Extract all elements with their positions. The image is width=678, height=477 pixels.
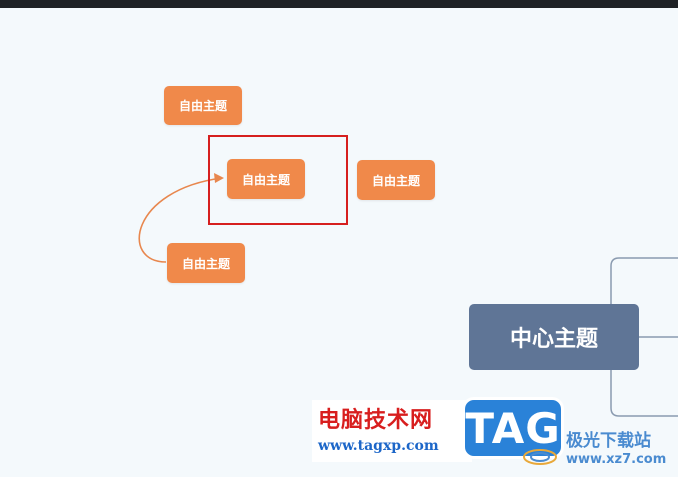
watermark-right-url: www.xz7.com xyxy=(566,452,667,467)
floating-topic-2-selected[interactable]: 自由主题 xyxy=(227,159,305,199)
central-topic[interactable]: 中心主题 xyxy=(469,304,639,370)
floating-topic-3[interactable]: 自由主题 xyxy=(357,160,435,200)
watermark-swirl-icon xyxy=(523,449,557,465)
floating-topic-1[interactable]: 自由主题 xyxy=(164,86,242,125)
watermark-site-name: 电脑技术网 xyxy=(318,407,434,433)
window-top-bar xyxy=(0,0,678,8)
watermark-right-name: 极光下载站 xyxy=(566,431,651,451)
watermark-site-url: www.tagxp.com xyxy=(318,438,439,454)
floating-topic-4[interactable]: 自由主题 xyxy=(167,243,245,283)
